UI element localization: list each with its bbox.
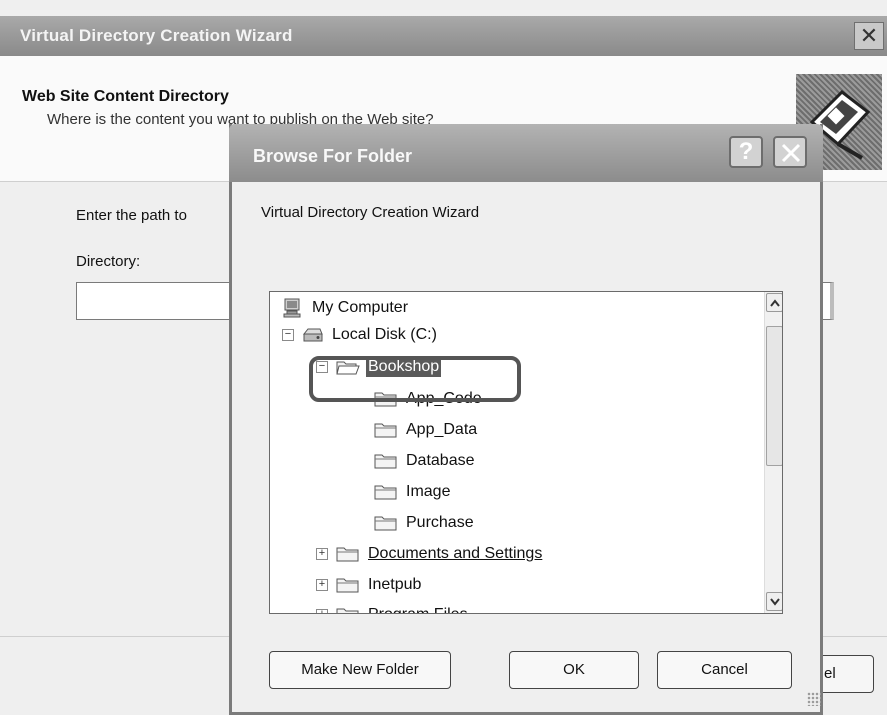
cancel-button[interactable]: Cancel bbox=[657, 651, 792, 689]
tree-item-purchase[interactable]: Purchase bbox=[374, 510, 476, 536]
folder-icon bbox=[374, 423, 397, 438]
tree-item-label: App_Data bbox=[406, 421, 478, 438]
tree-item-label: Local Disk (C:) bbox=[332, 326, 437, 343]
folder-icon bbox=[374, 454, 397, 469]
tree-item-my-computer[interactable]: My Computer bbox=[282, 295, 410, 321]
scroll-up-button[interactable] bbox=[766, 293, 782, 312]
ok-button[interactable]: OK bbox=[509, 651, 639, 689]
folder-icon bbox=[336, 547, 359, 562]
tree-item-documents-and-settings[interactable]: + Documents and Settings bbox=[316, 541, 544, 567]
chevron-down-icon bbox=[770, 598, 780, 606]
wizard-cancel-label: el bbox=[824, 665, 836, 682]
wizard-titlebar[interactable]: Virtual Directory Creation Wizard ✕ bbox=[0, 16, 887, 56]
tree-item-database[interactable]: Database bbox=[374, 448, 477, 474]
tree-item-inetpub[interactable]: + Inetpub bbox=[316, 572, 423, 598]
folder-icon bbox=[336, 608, 359, 613]
tree-item-label: Documents and Settings bbox=[368, 545, 543, 562]
scroll-down-button[interactable] bbox=[766, 592, 782, 611]
expand-toggle[interactable]: + bbox=[316, 609, 328, 613]
tree-item-app-data[interactable]: App_Data bbox=[374, 417, 479, 443]
tree-item-label: Inetpub bbox=[368, 576, 422, 593]
tree-item-image[interactable]: Image bbox=[374, 479, 452, 505]
expand-toggle[interactable]: + bbox=[316, 579, 328, 591]
dialog-title: Browse For Folder bbox=[253, 146, 413, 166]
browse-for-folder-dialog: Browse For Folder ? Virtual Directory Cr… bbox=[229, 124, 823, 715]
tree-item-label: My Computer bbox=[312, 299, 409, 316]
tree-item-program-files[interactable]: + Program Files bbox=[316, 602, 470, 613]
folder-tree[interactable]: My Computer − Local Disk (C:) − Bookshop bbox=[269, 291, 783, 614]
chevron-up-icon bbox=[770, 299, 780, 307]
dialog-description: Virtual Directory Creation Wizard bbox=[261, 204, 480, 221]
help-button[interactable]: ? bbox=[729, 136, 763, 168]
resize-grip[interactable] bbox=[807, 692, 821, 706]
make-new-folder-button[interactable]: Make New Folder bbox=[269, 651, 451, 689]
scroll-thumb[interactable] bbox=[766, 326, 782, 466]
dialog-close-button[interactable] bbox=[773, 136, 807, 168]
wizard-close-button[interactable]: ✕ bbox=[854, 22, 884, 50]
tree-scrollbar[interactable] bbox=[764, 292, 782, 613]
collapse-toggle[interactable]: − bbox=[282, 329, 294, 341]
folder-icon bbox=[336, 578, 359, 593]
directory-label: Directory: bbox=[76, 253, 141, 270]
computer-icon bbox=[283, 298, 301, 318]
wizard-instruction: Enter the path to bbox=[76, 207, 187, 224]
close-icon bbox=[781, 143, 801, 163]
expand-toggle[interactable]: + bbox=[316, 548, 328, 560]
folder-icon bbox=[374, 485, 397, 500]
bookshop-highlight-annotation bbox=[309, 356, 521, 402]
wizard-title: Virtual Directory Creation Wizard bbox=[20, 26, 293, 45]
tree-item-local-disk[interactable]: − Local Disk (C:) bbox=[282, 322, 439, 348]
tree-item-label: Purchase bbox=[406, 514, 474, 531]
tree-item-label: Database bbox=[406, 452, 475, 469]
folder-icon bbox=[374, 516, 397, 531]
wizard-heading: Web Site Content Directory bbox=[22, 88, 229, 105]
tree-item-label: Image bbox=[406, 483, 451, 500]
drive-icon bbox=[302, 328, 323, 342]
dialog-titlebar[interactable]: Browse For Folder ? bbox=[229, 124, 823, 182]
tree-item-label: Program Files bbox=[366, 605, 470, 613]
